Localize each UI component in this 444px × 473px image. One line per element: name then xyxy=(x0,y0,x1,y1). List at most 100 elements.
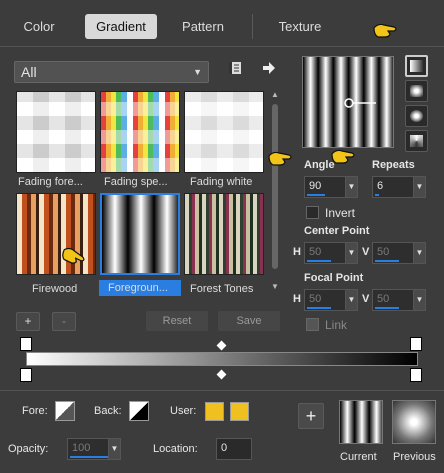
repeats-label: Repeats xyxy=(372,159,415,171)
focal-h-dropdown-icon[interactable]: ▼ xyxy=(345,290,357,310)
angle-bar xyxy=(307,194,325,196)
current-gradient-swatch[interactable] xyxy=(339,400,383,444)
opacity-label: Opacity: xyxy=(8,443,49,455)
gradient-thumb-fading-spectrum[interactable] xyxy=(100,91,180,173)
center-h-dropdown-icon[interactable]: ▼ xyxy=(345,243,357,263)
scrollbar-thumb[interactable] xyxy=(272,104,278,269)
sunburst-icon xyxy=(410,110,423,122)
previous-gradient-swatch[interactable] xyxy=(392,400,436,444)
fore-label: Fore: xyxy=(22,405,48,417)
tab-color[interactable]: Color xyxy=(8,14,70,39)
focal-v-dropdown-icon[interactable]: ▼ xyxy=(413,290,425,310)
rectangular-icon xyxy=(410,85,423,97)
add-gradient-button[interactable]: + xyxy=(16,312,40,331)
gradient-thumb-foreground[interactable] xyxy=(100,193,180,275)
invert-checkbox[interactable] xyxy=(306,206,319,219)
center-point-label: Center Point xyxy=(304,225,370,237)
scroll-down-icon[interactable]: ▼ xyxy=(271,282,279,291)
gradient-editor-bar[interactable] xyxy=(26,352,418,366)
tab-gradient[interactable]: Gradient xyxy=(85,14,157,39)
gradient-label: Fading fore... xyxy=(18,176,83,188)
back-swatch[interactable] xyxy=(129,401,149,421)
repeats-input[interactable]: 6 ▼ xyxy=(372,176,426,198)
stop-left-top[interactable] xyxy=(20,337,32,351)
angle-input[interactable]: 90 ▼ xyxy=(304,176,358,198)
angle-value: 90 xyxy=(309,180,322,192)
book-menu-icon[interactable] xyxy=(228,61,242,75)
gradient-thumb-fading-foreground[interactable] xyxy=(16,91,96,173)
user-swatch-1[interactable] xyxy=(205,402,224,421)
gradient-preview[interactable] xyxy=(302,56,394,148)
center-v-label: V xyxy=(362,246,370,258)
focal-h-value: 50 xyxy=(309,293,322,305)
radial-icon xyxy=(410,135,423,147)
focal-v-input[interactable]: 50 ▼ xyxy=(372,289,426,311)
save-button[interactable]: Save xyxy=(218,311,280,331)
add-to-library-button[interactable]: + xyxy=(298,403,324,429)
repeats-dropdown-icon[interactable]: ▼ xyxy=(413,177,425,197)
center-v-value: 50 xyxy=(377,246,390,258)
tab-separator xyxy=(252,14,253,39)
gradient-thumb-forest-tones[interactable] xyxy=(184,193,264,275)
midpoint-top-marker[interactable] xyxy=(216,340,227,351)
center-h-value: 50 xyxy=(309,246,322,258)
link-checkbox[interactable] xyxy=(306,318,319,331)
scroll-up-icon[interactable]: ▲ xyxy=(271,90,279,99)
stop-right-top[interactable] xyxy=(410,337,422,351)
linear-icon xyxy=(410,60,423,72)
current-label: Current xyxy=(340,451,377,463)
thumb-overlay xyxy=(185,92,263,172)
link-label: Link xyxy=(325,318,348,332)
center-v-dropdown-icon[interactable]: ▼ xyxy=(413,243,425,263)
focal-h-bar xyxy=(307,307,331,309)
category-value: All xyxy=(21,64,37,80)
style-linear-button[interactable] xyxy=(405,55,428,77)
gallery-scrollbar[interactable]: ▲ ▼ xyxy=(269,90,281,294)
center-v-bar xyxy=(375,260,399,262)
category-dropdown[interactable]: All ▼ xyxy=(14,61,209,83)
center-h-bar xyxy=(307,260,331,262)
invert-label: Invert xyxy=(325,206,356,220)
center-v-input[interactable]: 50 ▼ xyxy=(372,242,426,264)
gradient-label: Foregroun... xyxy=(108,282,168,294)
opacity-input[interactable]: 100 ▼ xyxy=(67,438,121,460)
reset-button[interactable]: Reset xyxy=(146,311,208,331)
stop-right-bottom[interactable] xyxy=(410,368,422,382)
focal-point-label: Focal Point xyxy=(304,272,364,284)
arrow-right-icon[interactable] xyxy=(262,61,276,75)
midpoint-bottom-marker[interactable] xyxy=(216,369,227,380)
user-swatch-2[interactable] xyxy=(230,402,249,421)
opacity-value: 100 xyxy=(72,442,91,454)
opacity-bar xyxy=(70,456,108,458)
thumb-overlay xyxy=(101,92,179,172)
thumb-overlay xyxy=(17,92,95,172)
tab-texture[interactable]: Texture xyxy=(264,14,336,39)
previous-label: Previous xyxy=(393,451,436,463)
gradient-label: Forest Tones xyxy=(190,283,254,295)
focal-h-input[interactable]: 50 ▼ xyxy=(304,289,358,311)
back-label: Back: xyxy=(94,405,122,417)
center-h-label: H xyxy=(293,246,301,258)
focal-h-label: H xyxy=(293,293,301,305)
stop-left-bottom[interactable] xyxy=(20,368,32,382)
fore-swatch[interactable] xyxy=(55,401,75,421)
tab-divider xyxy=(0,46,444,47)
location-label: Location: xyxy=(153,443,198,455)
angle-dropdown-icon[interactable]: ▼ xyxy=(345,177,357,197)
focal-v-value: 50 xyxy=(377,293,390,305)
pointing-hand-icon xyxy=(268,151,292,166)
gradient-label: Fading white xyxy=(190,176,253,188)
location-input[interactable]: 0 xyxy=(216,438,252,460)
pointing-hand-icon xyxy=(373,23,397,38)
center-h-input[interactable]: 50 ▼ xyxy=(304,242,358,264)
chevron-down-icon: ▼ xyxy=(193,67,202,77)
center-marker-icon[interactable] xyxy=(343,97,377,109)
tab-pattern[interactable]: Pattern xyxy=(167,14,239,39)
focal-v-label: V xyxy=(362,293,370,305)
style-sunburst-button[interactable] xyxy=(405,105,428,127)
style-rectangular-button[interactable] xyxy=(405,80,428,102)
remove-gradient-button[interactable]: - xyxy=(52,312,76,331)
gradient-thumb-fading-white[interactable] xyxy=(184,91,264,173)
opacity-dropdown-icon[interactable]: ▼ xyxy=(108,439,120,459)
style-radial-button[interactable] xyxy=(405,130,428,152)
